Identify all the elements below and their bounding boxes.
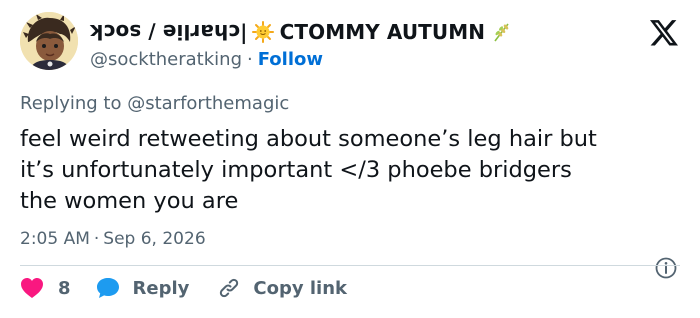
- reply-button[interactable]: Reply: [95, 276, 190, 300]
- avatar[interactable]: [20, 12, 78, 70]
- copy-link-label: Copy link: [253, 277, 347, 299]
- author-name-main[interactable]: CTOMMY AUTUMN: [280, 20, 486, 44]
- author-name-separator: |: [240, 20, 248, 44]
- copy-link-button[interactable]: Copy link: [217, 276, 347, 300]
- avatar-image: [20, 12, 78, 70]
- separator-dot: ·: [93, 229, 100, 249]
- like-button[interactable]: 8: [20, 277, 71, 299]
- replying-prefix: Replying to: [20, 93, 122, 114]
- wheat-emoji-icon: [491, 21, 513, 43]
- tweet-time[interactable]: 2:05 AM: [20, 229, 90, 249]
- tweet-text: feel weird retweeting about someone’s le…: [20, 124, 680, 217]
- heart-icon: [21, 278, 43, 298]
- divider: [20, 265, 680, 266]
- follow-button[interactable]: Follow: [258, 49, 323, 70]
- link-icon: [220, 278, 239, 298]
- author-handle-row: @socktheratking · Follow: [90, 49, 323, 70]
- action-bar: 8 Reply Copy link: [20, 276, 347, 300]
- x-logo-icon[interactable]: [650, 20, 678, 46]
- author-name-row[interactable]: charlie / sock | CTOMMY AUTUMN: [90, 20, 513, 44]
- tweet-text-line: feel weird retweeting about someone’s le…: [20, 126, 597, 152]
- reply-label: Reply: [132, 277, 190, 299]
- info-icon[interactable]: [654, 256, 678, 280]
- tweet-text-line: the women you are: [20, 188, 239, 214]
- replying-to-handle[interactable]: @starforthemagic: [127, 93, 289, 114]
- tweet-timestamp[interactable]: 2:05 AM · Sep 6, 2026: [20, 229, 206, 249]
- reply-bubble-icon: [96, 278, 119, 298]
- author-name-upside-down[interactable]: charlie / sock: [90, 20, 240, 44]
- sun-emoji-icon: [251, 21, 274, 43]
- tweet-text-line: it’s unfortunately important </3 phoebe …: [20, 157, 572, 183]
- tweet-date[interactable]: Sep 6, 2026: [103, 229, 205, 249]
- separator-dot: ·: [247, 49, 253, 70]
- author-handle[interactable]: @socktheratking: [90, 49, 242, 70]
- likes-count: 8: [58, 277, 71, 299]
- replying-to: Replying to @starforthemagic: [20, 93, 289, 114]
